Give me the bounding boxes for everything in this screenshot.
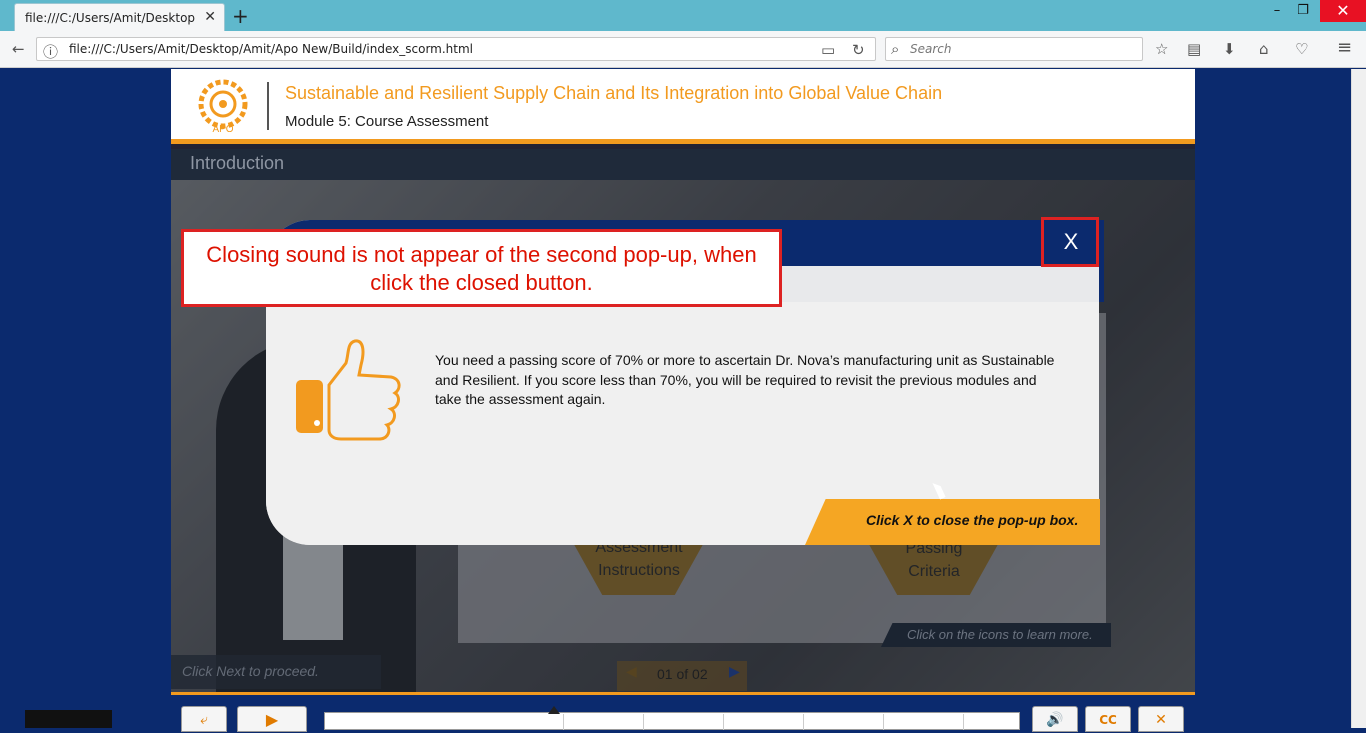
progress-knob[interactable] <box>548 706 561 714</box>
new-tab-button[interactable]: + <box>232 4 249 28</box>
volume-button[interactable]: 🔊 <box>1032 706 1078 732</box>
course-title: Sustainable and Resilient Supply Chain a… <box>285 83 943 103</box>
popup-body-text: You need a passing score of 70% or more … <box>435 352 1055 407</box>
tab-close-icon[interactable]: ✕ <box>204 9 216 25</box>
thumbs-up-icon <box>296 339 401 441</box>
reader-view-icon[interactable]: ▭ <box>821 41 835 59</box>
download-icon[interactable]: ⬇ <box>1223 40 1236 58</box>
player-controls: ⤶ ▶ 🔊 CC ✕ <box>171 692 1195 732</box>
course-header: APO Sustainable and Resilient Supply Cha… <box>171 69 1195 144</box>
vertical-scrollbar[interactable] <box>1351 69 1366 728</box>
annotation-text: Closing sound is not appear of the secon… <box>206 242 757 295</box>
tab-title: file:///C:/Users/Amit/Desktop/A <box>25 11 195 25</box>
menu-icon[interactable]: ≡ <box>1337 37 1352 58</box>
cc-button[interactable]: CC <box>1085 706 1131 732</box>
popup-hint-text: Click X to close the pop-up box. <box>866 512 1079 528</box>
search-placeholder: Search <box>910 42 952 56</box>
info-icon[interactable]: ⓘ <box>43 41 58 62</box>
section-bar: Introduction <box>171 149 1195 180</box>
url-text: file:///C:/Users/Amit/Desktop/Amit/Apo N… <box>69 42 473 56</box>
library-icon[interactable]: ▤ <box>1187 40 1201 58</box>
close-course-button[interactable]: ✕ <box>1138 706 1184 732</box>
logo-text: APO <box>212 124 233 134</box>
back-icon[interactable]: ← <box>12 40 25 58</box>
browser-navbar: ← ⓘ file:///C:/Users/Amit/Desktop/Amit/A… <box>0 31 1366 68</box>
minimize-button[interactable]: – <box>1264 3 1290 23</box>
browser-tab[interactable]: file:///C:/Users/Amit/Desktop/A ✕ <box>14 3 225 31</box>
play-button[interactable]: ▶ <box>237 706 307 732</box>
exit-button[interactable]: ⤶ <box>181 706 227 732</box>
taskbar-fragment <box>25 710 112 728</box>
course-player: APO Sustainable and Resilient Supply Cha… <box>171 69 1195 732</box>
review-annotation: Closing sound is not appear of the secon… <box>181 229 782 307</box>
apo-logo-icon: APO <box>198 79 248 134</box>
section-title: Introduction <box>190 153 285 173</box>
progress-bar[interactable] <box>324 706 1020 730</box>
home-icon[interactable]: ⌂ <box>1259 40 1269 58</box>
reload-icon[interactable]: ↻ <box>852 41 865 59</box>
browser-titlebar: file:///C:/Users/Amit/Desktop/A ✕ + – ❐ … <box>0 0 1366 31</box>
window-close-button[interactable]: ✕ <box>1320 0 1366 22</box>
bookmark-star-icon[interactable]: ☆ <box>1155 40 1168 58</box>
url-bar[interactable]: ⓘ file:///C:/Users/Amit/Desktop/Amit/Apo… <box>36 37 876 61</box>
module-title: Module 5: Course Assessment <box>285 113 489 130</box>
pocket-icon[interactable]: ♡ <box>1295 40 1308 58</box>
close-button-highlight <box>1041 217 1099 267</box>
search-input[interactable]: ⌕ Search <box>885 37 1143 61</box>
search-icon: ⌕ <box>891 40 900 58</box>
restore-button[interactable]: ❐ <box>1290 3 1316 23</box>
header-divider <box>267 82 269 130</box>
